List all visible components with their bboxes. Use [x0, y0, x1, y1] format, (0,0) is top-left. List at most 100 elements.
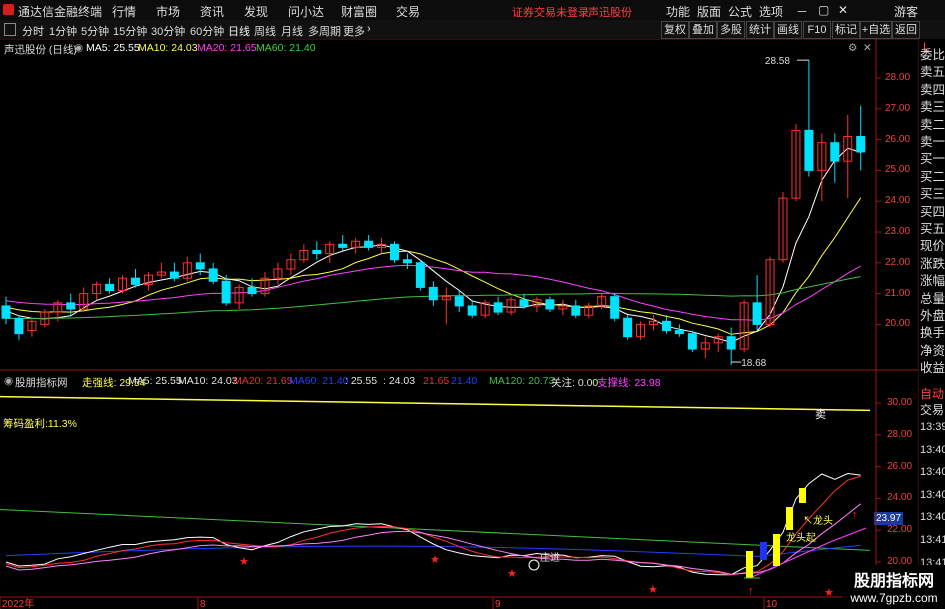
period-tab-weekly[interactable]: 周线: [254, 23, 276, 39]
side-quote-label: 买三: [920, 187, 945, 202]
sell-signal-label: 卖: [815, 408, 826, 421]
menu-function[interactable]: 功能: [666, 3, 690, 20]
trade-login-notice[interactable]: 证券交易未登录: [512, 4, 589, 20]
menu-exchange-market[interactable]: 市场: [156, 3, 180, 20]
period-tab-5min[interactable]: 5分钟: [81, 23, 109, 39]
indicator-settings-icon[interactable]: ◉: [4, 375, 13, 387]
side-quote-label: 涨幅: [920, 274, 945, 289]
candle-body: [208, 268, 218, 282]
signal-bar: [746, 551, 753, 578]
watermark-title: 股朋指标网: [853, 573, 934, 590]
x-axis-label: 2022年: [2, 597, 34, 609]
side-quote-label: 卖五: [920, 65, 945, 80]
side-quote-label: 卖二: [920, 117, 945, 132]
candle-body: [286, 259, 296, 270]
candle-body: [390, 243, 399, 261]
candle-body: [765, 259, 775, 325]
watermark: 股朋指标网 www.7gpzb.com: [843, 565, 945, 609]
menu-trade[interactable]: 交易: [396, 3, 420, 20]
trade-time-label: 13:40: [920, 488, 945, 501]
indicator-name[interactable]: 股朋指标网: [15, 375, 68, 390]
f10-button[interactable]: F10: [803, 21, 831, 39]
adjust-button[interactable]: 复权: [661, 21, 689, 39]
signal-bar: [786, 507, 793, 530]
indicator-legend-item: : 25.55: [345, 375, 378, 387]
menu-discover[interactable]: 发现: [244, 3, 268, 20]
indicator-legend: ◉ 股朋指标网 走强线: 29.54 MA5: 25.55 MA10: 24.03 M…: [0, 374, 876, 389]
overlay-button[interactable]: 叠加: [689, 21, 717, 39]
candle-body: [40, 311, 50, 325]
candle-body: [804, 129, 814, 171]
menu-market[interactable]: 行情: [112, 3, 136, 20]
mark-button[interactable]: 标记: [832, 21, 860, 39]
side-quote-label: 买四: [920, 204, 945, 219]
side-quote-label: 收益: [920, 361, 945, 376]
candle-body: [1, 305, 11, 319]
period-tab-more[interactable]: 更多: [343, 23, 365, 39]
indicator-axis-label: 26.00: [887, 460, 913, 472]
statistics-button[interactable]: 统计: [746, 21, 774, 39]
menu-formula[interactable]: 公式: [728, 3, 752, 20]
candle-body: [467, 305, 477, 316]
period-tab-timeshare[interactable]: 分时: [22, 23, 44, 39]
app-logo-icon: [3, 4, 14, 15]
draw-line-button[interactable]: 画线: [774, 21, 802, 39]
strong-line: [0, 395, 871, 412]
period-tab-1min[interactable]: 1分钟: [49, 23, 77, 39]
period-toolbar: 分时 1分钟 5分钟 15分钟 30分钟 60分钟 日线 周线 月线 多周期 更…: [0, 20, 945, 40]
menu-layout[interactable]: 版面: [697, 3, 721, 20]
indicator-legend-item: MA10: 24.03: [178, 375, 238, 387]
menu-wealth[interactable]: 财富圈: [341, 3, 377, 20]
menu-news[interactable]: 资讯: [200, 3, 224, 20]
side-quote-label: 买一: [920, 152, 945, 167]
candle-body: [480, 302, 490, 316]
period-tab-15min[interactable]: 15分钟: [113, 23, 147, 39]
close-icon[interactable]: ✕: [838, 3, 848, 17]
side-tab-trade[interactable]: 交易: [920, 401, 944, 418]
minimize-icon[interactable]: －: [796, 3, 808, 20]
menu-options[interactable]: 选项: [759, 3, 783, 20]
indicator-legend-item: MA60: 21.40: [289, 375, 349, 387]
candle-body: [830, 142, 840, 162]
trade-time-label: 13:40: [920, 511, 945, 524]
candle-body: [338, 243, 348, 248]
indicator-white-line: [5, 472, 861, 576]
candle-body: [636, 323, 646, 338]
candle-body: [415, 262, 425, 288]
side-tab-auto[interactable]: 自动: [920, 385, 944, 402]
low-price-label: 18.68: [741, 358, 766, 369]
side-quote-label: 买二: [920, 169, 945, 184]
ma120-line: [0, 509, 871, 551]
kline-chart[interactable]: 28.58 18.68 ★ ★ ★ ★ ★ ↑ ↑ 庄进 ↖龙头龙头起 卖 2022年 8 9 10: [0, 0, 945, 609]
candle-body: [234, 286, 244, 304]
side-quote-label: 总量: [920, 291, 945, 306]
period-tab-30min[interactable]: 30分钟: [151, 23, 185, 39]
panel-settings-icon[interactable]: ⚙: [848, 42, 857, 54]
panel-toggle-icon[interactable]: [4, 23, 16, 36]
settings-circle-icon[interactable]: ◉: [74, 42, 83, 54]
period-tab-daily[interactable]: 日线: [228, 23, 250, 39]
candle-body: [506, 299, 516, 313]
indicator-axis-label: 30.00: [887, 397, 913, 408]
period-tab-monthly[interactable]: 月线: [281, 23, 303, 39]
longtou-label: ↖龙头: [803, 514, 833, 527]
menu-ask[interactable]: 问小达: [288, 3, 324, 20]
side-quote-label: 卖四: [920, 82, 945, 97]
ma20-line: [5, 264, 861, 321]
period-tab-multi[interactable]: 多周期: [308, 23, 341, 39]
restore-icon[interactable]: ▢: [818, 3, 829, 17]
period-tab-60min[interactable]: 60分钟: [190, 23, 224, 39]
candle-body: [364, 240, 374, 248]
candle-body: [221, 280, 231, 304]
multi-stock-button[interactable]: 多股: [717, 21, 745, 39]
candle-body: [14, 317, 24, 335]
candle-body: [260, 277, 270, 295]
candle-body: [713, 336, 723, 344]
quote-side-panel: L 委比 卖五 卖四 卖三 卖二 卖一 买一 买二 买三 买四 买五 现价 涨跌 涨幅 总量 外盘 换手 净资 收益…: [918, 39, 945, 609]
more-chevron-icon[interactable]: ›: [367, 23, 371, 35]
candle-body: [312, 249, 322, 255]
panel-close-icon[interactable]: ✕: [863, 42, 872, 54]
candle-body: [131, 277, 140, 285]
indicator-legend-item: : 24.03: [383, 375, 416, 387]
indicator-axis-label: 24.00: [887, 492, 913, 504]
